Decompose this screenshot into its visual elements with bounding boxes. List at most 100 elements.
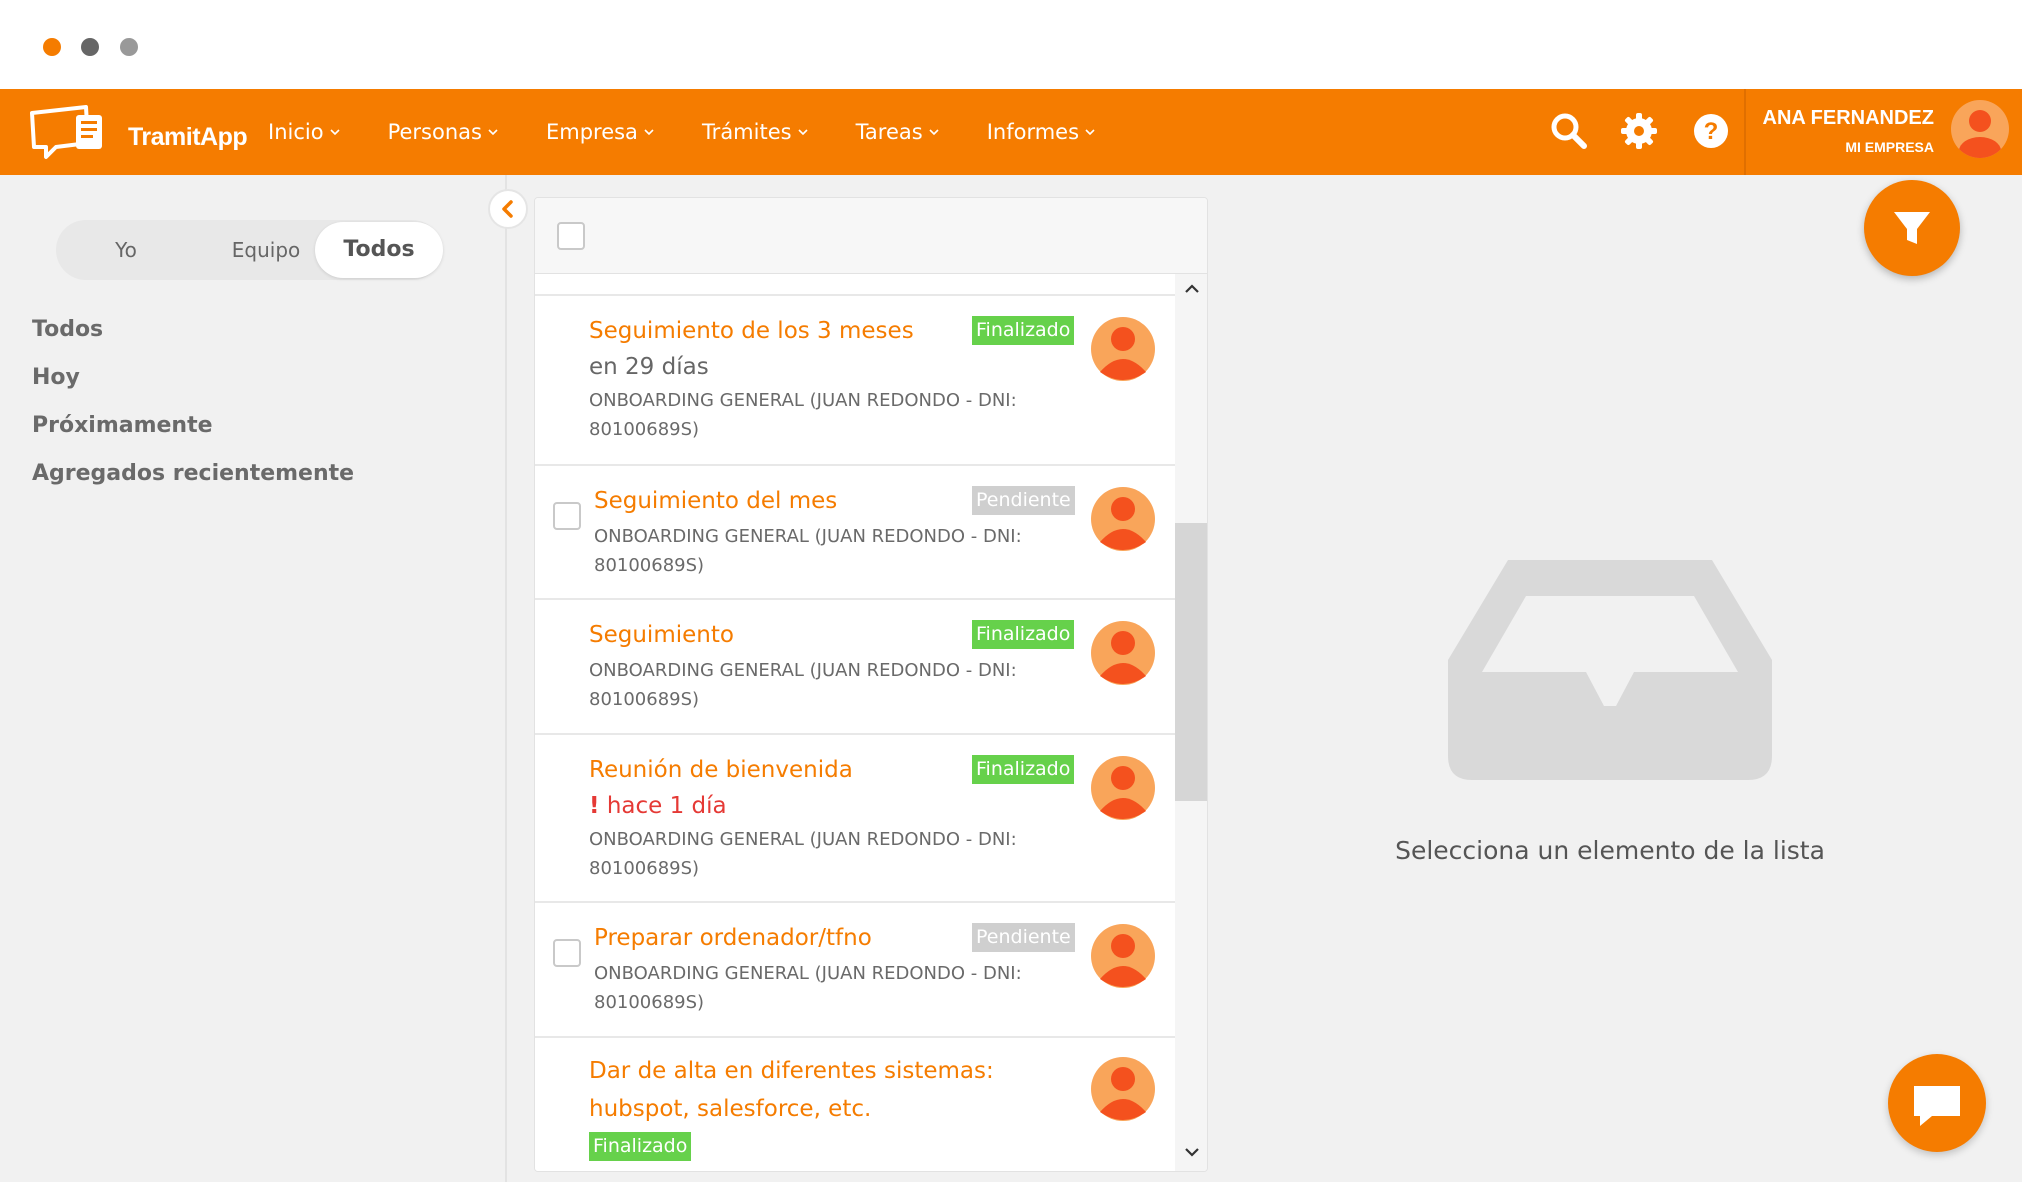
task-process: ONBOARDING GENERAL (JUAN REDONDO - DNI: xyxy=(589,660,1017,681)
user-company: MI EMPRESA xyxy=(1845,139,1934,155)
task-title: Reunión de bienvenida xyxy=(589,757,853,783)
side-menu-item-hoy[interactable]: Hoy xyxy=(32,358,354,406)
nav-label: Inicio xyxy=(268,120,324,144)
chevron-down-icon xyxy=(644,129,654,136)
task-process: ONBOARDING GENERAL (JUAN REDONDO - DNI: xyxy=(589,390,1017,411)
assignee-avatar xyxy=(1091,317,1155,381)
nav-item-tareas[interactable]: Tareas xyxy=(856,120,939,144)
task-title: Preparar ordenador/tfno xyxy=(594,925,872,951)
task-process-id: 80100689S) xyxy=(594,555,705,576)
nav-label: Informes xyxy=(986,120,1080,144)
header-separator xyxy=(1744,89,1746,175)
task-checkbox[interactable] xyxy=(553,939,581,967)
status-badge: Pendiente xyxy=(972,923,1075,952)
task-due: en 29 días xyxy=(589,354,709,380)
task-title: Seguimiento de los 3 meses xyxy=(589,318,914,344)
chevron-down-icon xyxy=(330,129,340,136)
help-icon[interactable]: ? xyxy=(1690,110,1732,152)
side-menu: Todos Hoy Próximamente Agregados recient… xyxy=(32,310,354,502)
status-badge: Finalizado xyxy=(972,755,1075,784)
scrollbar-thumb[interactable] xyxy=(1175,523,1207,801)
search-icon[interactable] xyxy=(1548,110,1590,152)
app-logo[interactable]: TramitApp xyxy=(28,101,248,163)
main-nav: Inicio Personas Empresa Trámites Tareas … xyxy=(268,89,1143,175)
nav-item-empresa[interactable]: Empresa xyxy=(546,120,654,144)
chevron-down-icon xyxy=(1085,129,1095,136)
task-process-id: 80100689S) xyxy=(594,992,705,1013)
nav-item-inicio[interactable]: Inicio xyxy=(268,120,340,144)
chevron-down-icon xyxy=(488,129,498,136)
svg-text:?: ? xyxy=(1704,118,1719,145)
window-titlebar xyxy=(0,0,2022,89)
side-menu-item-todos[interactable]: Todos xyxy=(32,310,354,358)
chat-button[interactable] xyxy=(1888,1054,1986,1152)
window-close-dot[interactable] xyxy=(43,38,61,56)
task-list-panel: Seguimiento de los 3 meses Finalizado en… xyxy=(534,197,1208,1172)
task-title-continued: hubspot, salesforce, etc. xyxy=(589,1096,872,1122)
select-all-checkbox[interactable] xyxy=(557,222,585,250)
nav-label: Empresa xyxy=(545,120,638,144)
list-item[interactable]: Reunión de bienvenida Finalizado ! hace … xyxy=(535,735,1175,903)
task-process-id: 80100689S) xyxy=(589,689,700,710)
filter-icon xyxy=(1894,212,1930,244)
task-due-text: hace 1 día xyxy=(606,793,727,819)
status-badge: Pendiente xyxy=(972,486,1075,515)
chevron-down-icon xyxy=(798,129,808,136)
scope-option-todos[interactable]: Todos xyxy=(315,222,443,278)
assignee-avatar xyxy=(1091,1057,1155,1121)
assignee-avatar xyxy=(1091,756,1155,820)
nav-label: Tareas xyxy=(855,120,923,144)
task-process: ONBOARDING GENERAL (JUAN REDONDO - DNI: xyxy=(594,526,1022,547)
overdue-mark: ! xyxy=(589,793,600,819)
list-item[interactable] xyxy=(535,274,1175,296)
inbox-tray-icon xyxy=(1448,560,1772,780)
user-avatar[interactable] xyxy=(1950,99,2010,159)
scope-toggle: Yo Equipo Todos xyxy=(56,220,443,280)
task-title: Dar de alta en diferentes sistemas: xyxy=(589,1058,994,1084)
nav-item-informes[interactable]: Informes xyxy=(987,120,1095,144)
scroll-down-icon[interactable] xyxy=(1183,1143,1201,1161)
empty-state-message: Selecciona un elemento de la lista xyxy=(1395,836,1825,865)
list-item[interactable]: Dar de alta en diferentes sistemas: hubs… xyxy=(535,1038,1175,1171)
chat-bubble-icon xyxy=(1914,1086,1960,1126)
task-checkbox[interactable] xyxy=(553,502,581,530)
assignee-avatar xyxy=(1091,487,1155,551)
panel-divider xyxy=(505,175,507,1182)
window-minimize-dot[interactable] xyxy=(81,38,99,56)
nav-label: Personas xyxy=(387,120,482,144)
task-due-overdue: ! hace 1 día xyxy=(589,793,727,819)
task-process: ONBOARDING GENERAL (JUAN REDONDO - DNI: xyxy=(589,829,1017,850)
collapse-sidebar-button[interactable] xyxy=(488,189,528,229)
assignee-avatar xyxy=(1091,924,1155,988)
side-menu-item-recientes[interactable]: Agregados recientemente xyxy=(32,454,354,502)
list-item[interactable]: Seguimiento del mes Pendiente ONBOARDING… xyxy=(535,466,1175,600)
status-badge: Finalizado xyxy=(972,316,1075,345)
list-header xyxy=(535,198,1207,274)
list-item[interactable]: Seguimiento Finalizado ONBOARDING GENERA… xyxy=(535,600,1175,735)
scope-option-equipo[interactable]: Equipo xyxy=(206,220,326,280)
speech-bubble-logo-icon xyxy=(30,105,102,159)
scope-option-yo[interactable]: Yo xyxy=(76,220,176,280)
status-badge: Finalizado xyxy=(589,1132,692,1161)
window-maximize-dot[interactable] xyxy=(120,38,138,56)
nav-item-tramites[interactable]: Trámites xyxy=(702,120,808,144)
nav-label: Trámites xyxy=(701,120,792,144)
scroll-up-icon[interactable] xyxy=(1183,280,1201,298)
chevron-down-icon xyxy=(929,129,939,136)
nav-item-personas[interactable]: Personas xyxy=(388,120,498,144)
user-name[interactable]: ANA FERNANDEZ xyxy=(1760,107,1934,130)
list-item[interactable]: Seguimiento de los 3 meses Finalizado en… xyxy=(535,296,1175,466)
list-item[interactable]: Preparar ordenador/tfno Pendiente ONBOAR… xyxy=(535,903,1175,1038)
task-process: ONBOARDING GENERAL (JUAN REDONDO - DNI: xyxy=(594,963,1022,984)
assignee-avatar xyxy=(1091,621,1155,685)
task-process-id: 80100689S) xyxy=(589,858,700,879)
task-process-id: 80100689S) xyxy=(589,419,700,440)
logo-wordmark: TramitApp xyxy=(128,123,248,151)
task-title: Seguimiento xyxy=(589,622,734,648)
gear-icon[interactable] xyxy=(1618,110,1660,152)
task-title: Seguimiento del mes xyxy=(594,488,838,514)
filter-button[interactable] xyxy=(1864,180,1960,276)
top-header: TramitApp Inicio Personas Empresa Trámit… xyxy=(0,89,2022,175)
status-badge: Finalizado xyxy=(972,620,1075,649)
side-menu-item-proximamente[interactable]: Próximamente xyxy=(32,406,354,454)
